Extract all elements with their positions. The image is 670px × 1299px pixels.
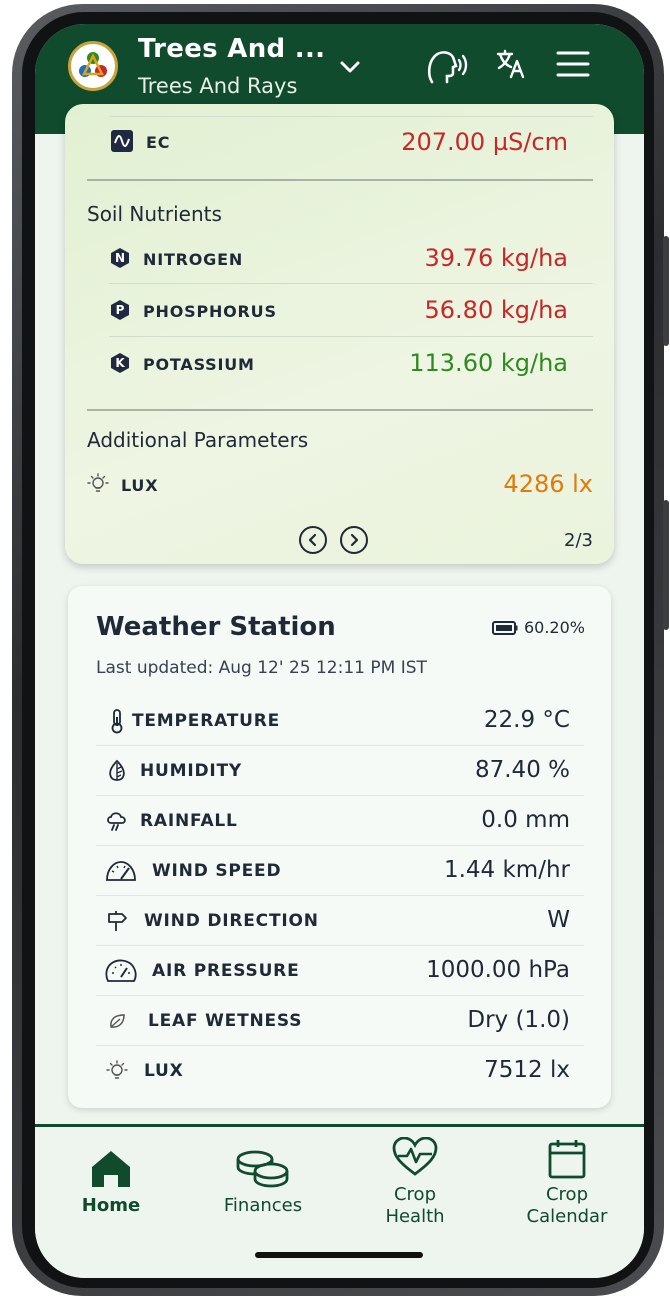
farm-subtitle: Trees And Rays [138, 74, 298, 98]
chevron-left-icon [308, 533, 317, 547]
weather-value: 1000.00 hPa [426, 957, 570, 983]
chevron-down-icon[interactable] [335, 52, 365, 82]
weather-value: Dry (1.0) [467, 1007, 570, 1033]
heart-pulse-icon [392, 1137, 438, 1176]
phosphorus-value: 56.80 kg/ha [424, 296, 568, 324]
soil-sensor-card: EC 207.00 µS/cm Soil Nutrients N NITROGE… [65, 104, 614, 564]
nav-finances-label: Finances [223, 1195, 303, 1216]
weather-row-air-pressure: AIR PRESSURE 1000.00 hPa [96, 946, 584, 996]
phosphorus-label: PHOSPHORUS [143, 302, 277, 321]
weather-label: WIND DIRECTION [144, 911, 319, 931]
nav-crop-health-label-2: Health [385, 1206, 445, 1227]
weather-value: 87.40 % [474, 757, 570, 783]
divider [109, 283, 593, 284]
nav-crop-health-label-1: Crop [393, 1184, 436, 1205]
lux-label: LUX [121, 476, 159, 495]
signpost-icon [104, 908, 130, 934]
section-divider [87, 179, 593, 181]
nitrogen-label: NITROGEN [143, 250, 244, 269]
translate-icon[interactable] [493, 46, 529, 82]
speedometer-icon [104, 858, 138, 884]
weather-value: W [547, 907, 570, 933]
weather-label: RAINFALL [140, 811, 238, 831]
weather-row-rainfall: RAINFALL 0.0 mm [96, 796, 584, 846]
weather-value: 0.0 mm [481, 807, 570, 833]
volume-button [663, 236, 669, 346]
bulb-icon [104, 1058, 130, 1084]
nitrogen-icon: N [111, 248, 129, 268]
potassium-label: POTASSIUM [143, 355, 255, 374]
weather-label: TEMPERATURE [132, 711, 281, 731]
humidity-leaf-icon [104, 758, 130, 784]
nav-home[interactable]: Home [35, 1127, 187, 1247]
nav-crop-calendar-label-1: Crop [545, 1184, 588, 1205]
weather-label: AIR PRESSURE [152, 961, 300, 981]
weather-row-lux: LUX 7512 lx [96, 1046, 584, 1096]
ec-label: EC [146, 133, 171, 152]
lux-value: 4286 lx [503, 470, 593, 498]
section-divider [87, 409, 593, 411]
thermometer-icon [104, 708, 130, 734]
chevron-right-icon [350, 533, 359, 547]
home-icon [92, 1151, 130, 1187]
phosphorus-icon: P [111, 300, 129, 320]
potassium-icon: K [111, 353, 129, 373]
weather-row-humidity: HUMIDITY 87.40 % [96, 746, 584, 796]
previous-page-button[interactable] [299, 526, 327, 554]
app-logo[interactable] [68, 41, 118, 91]
rain-cloud-icon [104, 808, 130, 834]
nav-home-label: Home [81, 1195, 141, 1216]
leaf-icon [104, 1008, 130, 1034]
last-updated: Last updated: Aug 12' 25 12:11 PM IST [96, 658, 427, 678]
nav-finances[interactable]: Finances [187, 1127, 339, 1247]
weather-station-card: Weather Station 60.20% Last updated: Aug… [68, 586, 611, 1108]
weather-value: 7512 lx [484, 1057, 570, 1083]
farm-title[interactable]: Trees And ... [138, 34, 325, 64]
calendar-icon [548, 1140, 586, 1179]
next-page-button[interactable] [340, 526, 368, 554]
weather-label: HUMIDITY [140, 761, 243, 781]
battery-percent: 60.20% [523, 618, 585, 637]
weather-label: LEAF WETNESS [148, 1011, 303, 1031]
lux-bulb-icon [87, 473, 109, 495]
nitrogen-value: 39.76 kg/ha [424, 244, 568, 272]
divider [109, 116, 593, 117]
weather-row-wind-direction: WIND DIRECTION W [96, 896, 584, 946]
page-indicator: 2/3 [564, 530, 593, 551]
app-screen: Trees And ... Trees And Rays EC 207.00 µ… [35, 24, 644, 1278]
potassium-value: 113.60 kg/ha [409, 349, 568, 377]
weather-row-leaf-wetness: LEAF WETNESS Dry (1.0) [96, 996, 584, 1046]
additional-parameters-title: Additional Parameters [87, 428, 309, 452]
coins-icon [236, 1150, 289, 1188]
divider [109, 336, 593, 337]
nav-crop-calendar-label-2: Calendar [526, 1206, 608, 1227]
gesture-home-bar[interactable] [255, 1252, 423, 1258]
nav-crop-calendar[interactable]: Crop Calendar [491, 1127, 643, 1247]
soil-nutrients-title: Soil Nutrients [87, 202, 222, 226]
power-button [663, 500, 669, 630]
nav-crop-health[interactable]: Crop Health [339, 1127, 491, 1247]
weather-value: 22.9 °C [483, 707, 570, 733]
weather-label: WIND SPEED [152, 861, 282, 881]
weather-station-title: Weather Station [96, 612, 336, 642]
battery-status: 60.20% [491, 618, 585, 637]
weather-row-temperature: TEMPERATURE 22.9 °C [96, 696, 584, 746]
voice-assistant-icon[interactable] [423, 44, 471, 88]
ec-icon [111, 130, 133, 152]
weather-label: LUX [144, 1061, 184, 1081]
gauge-icon [104, 958, 138, 984]
weather-row-wind-speed: WIND SPEED 1.44 km/hr [96, 846, 584, 896]
ec-value: 207.00 µS/cm [401, 128, 568, 156]
menu-icon[interactable] [555, 48, 591, 80]
weather-value: 1.44 km/hr [443, 857, 570, 883]
battery-icon [491, 620, 518, 635]
